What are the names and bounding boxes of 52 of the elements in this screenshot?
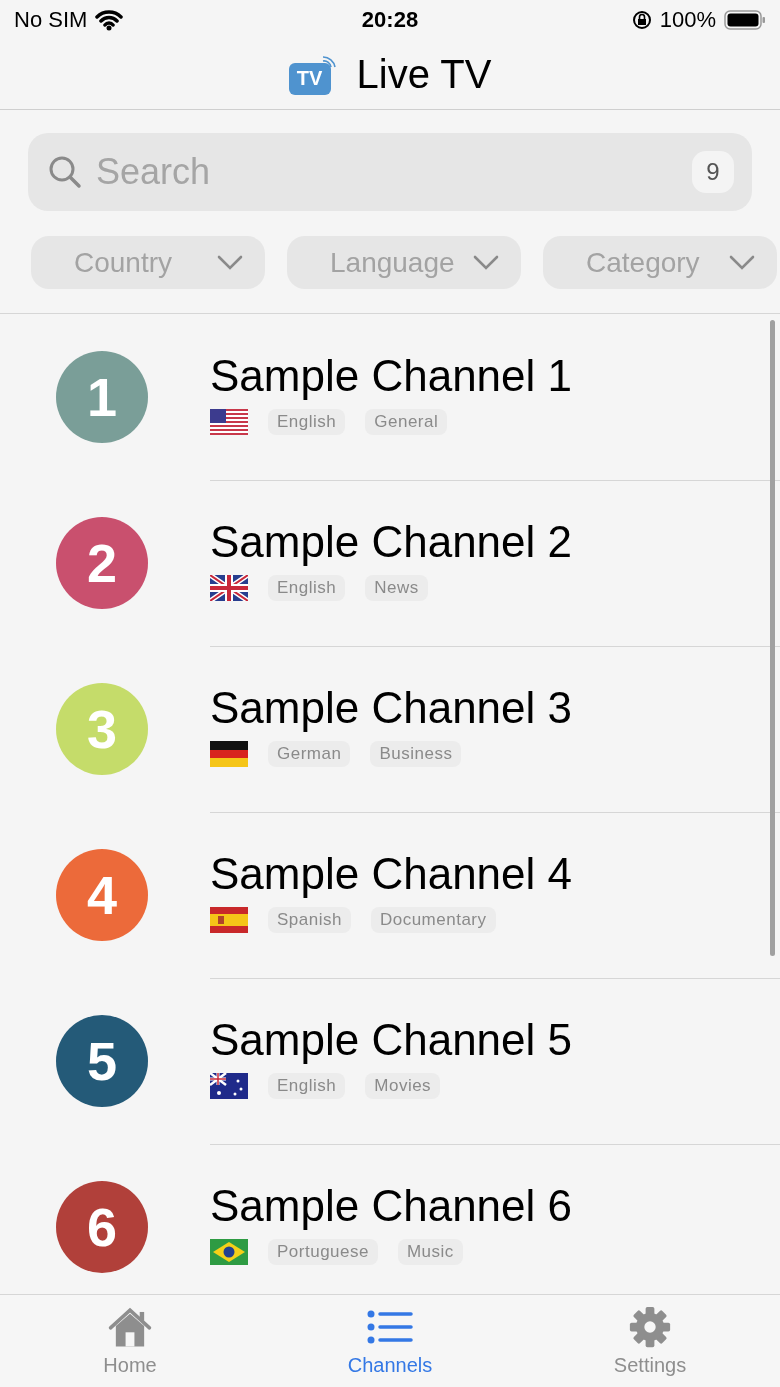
- chevron-down-icon: [729, 255, 755, 270]
- flag-icon: [210, 1073, 248, 1099]
- channel-name: Sample Channel 1: [210, 350, 572, 402]
- carrier-label: No SIM: [14, 7, 88, 33]
- gear-icon: [627, 1305, 673, 1348]
- channel-number-badge: 5: [56, 1015, 148, 1107]
- search-field[interactable]: Search: [96, 151, 678, 193]
- flag-icon: [210, 409, 248, 435]
- flag-icon: [210, 1239, 248, 1265]
- battery-percent: 100%: [659, 7, 716, 33]
- language-tag: English: [268, 1073, 346, 1099]
- flag-icon: [210, 741, 248, 767]
- channel-row[interactable]: 2 Sample Channel 2 English News: [0, 480, 780, 646]
- channel-name: Sample Channel 5: [210, 1014, 572, 1066]
- search-bar[interactable]: Search 9: [28, 133, 752, 211]
- category-tag: Movies: [365, 1073, 441, 1099]
- category-tag: News: [365, 575, 428, 601]
- result-count: 9: [692, 151, 734, 193]
- category-tag: Business: [370, 741, 462, 767]
- channel-name: Sample Channel 6: [210, 1180, 572, 1232]
- clock-time: 20:28: [361, 7, 419, 32]
- home-icon: [107, 1305, 153, 1348]
- tab-bar-item[interactable]: Channels: [260, 1295, 520, 1387]
- search-icon: [48, 155, 82, 189]
- chevron-down-icon: [473, 255, 499, 270]
- channel-row[interactable]: 4 Sample Channel 4 Spanish Documentary: [0, 812, 780, 978]
- battery-icon: [724, 10, 766, 30]
- chevron-down-icon: [217, 255, 243, 270]
- language-tag: German: [268, 741, 351, 767]
- app-title: Live TV: [356, 52, 492, 97]
- category-tag: General: [365, 409, 448, 435]
- channel-number-badge: 6: [56, 1181, 148, 1273]
- language-tag: Portuguese: [268, 1239, 378, 1265]
- channel-row[interactable]: 5 Sample Channel 5 English Movies: [0, 978, 780, 1144]
- language-tag: Spanish: [268, 907, 351, 933]
- channel-number-badge: 3: [56, 683, 148, 775]
- language-tag: English: [268, 575, 346, 601]
- flag-icon: [210, 907, 248, 933]
- channel-name: Sample Channel 2: [210, 516, 572, 568]
- language-tag: English: [268, 409, 346, 435]
- rotation-lock-icon: [631, 10, 652, 30]
- category-tag: Documentary: [370, 907, 496, 933]
- category-tag: Music: [397, 1239, 463, 1265]
- channel-name: Sample Channel 4: [210, 848, 572, 900]
- channel-name: Sample Channel 3: [210, 682, 572, 734]
- channel-number-badge: 2: [56, 517, 148, 609]
- flag-icon: [210, 575, 248, 601]
- channel-row[interactable]: 3 Sample Channel 3 German Business: [0, 646, 780, 812]
- channel-number-badge: 4: [56, 849, 148, 941]
- channel-number-badge: 1: [56, 351, 148, 443]
- wifi-icon: [95, 9, 124, 31]
- channel-row[interactable]: 1 Sample Channel 1 English General: [0, 314, 780, 480]
